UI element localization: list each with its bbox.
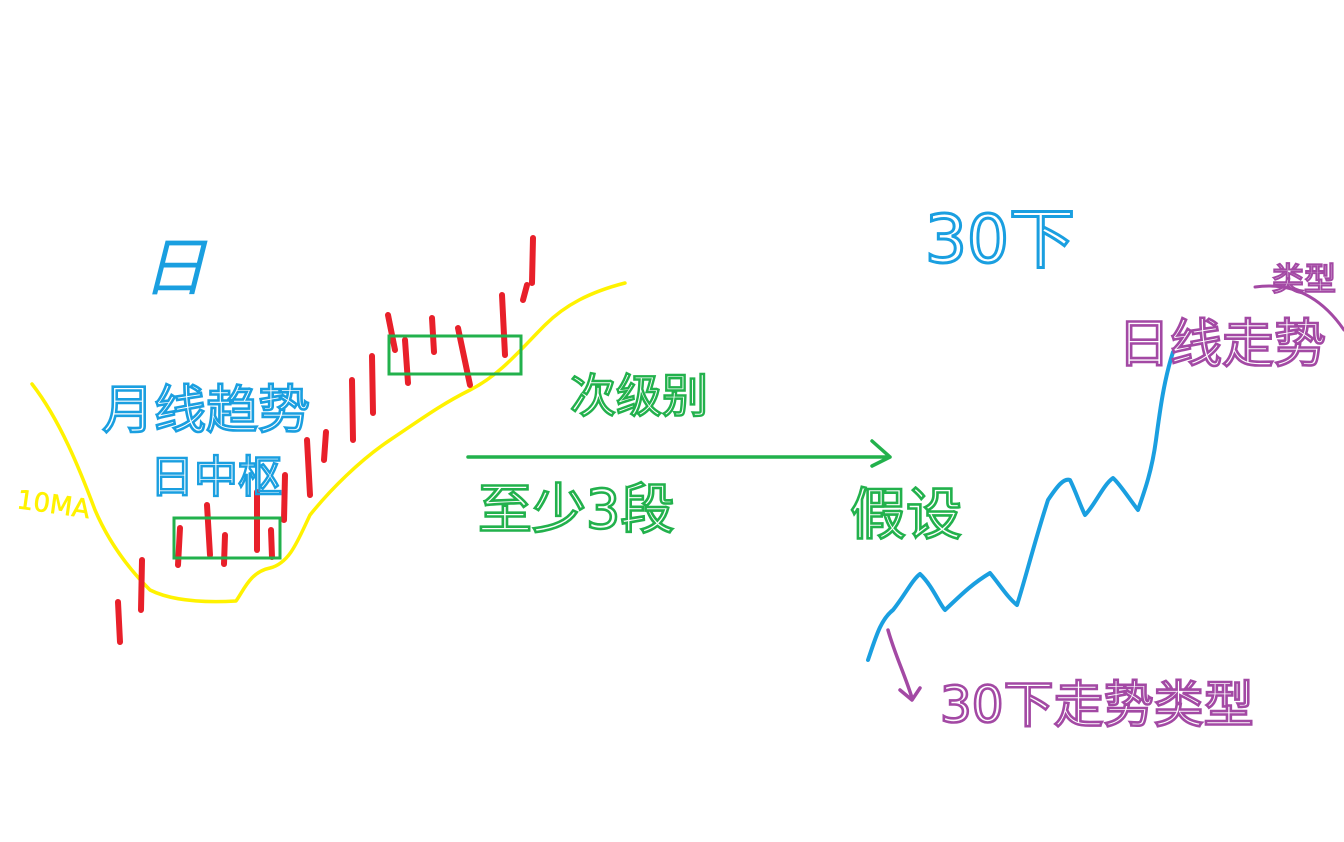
candle (138, 557, 145, 613)
thirty-min-label: 30下 (925, 201, 1075, 278)
candle (520, 282, 530, 303)
three-segments-label: 至少3段 (478, 478, 674, 541)
candle (349, 377, 356, 443)
arrow-icon (466, 439, 892, 468)
level-label: 次级别 (570, 369, 708, 423)
thirty-min-trend-type-label: 30下走势类型 (940, 676, 1254, 734)
candle (369, 353, 376, 416)
candle (529, 235, 536, 286)
whiteboard-canvas: 日 10MA 月线趋势 日中枢 次级别 至少3段 假设 30下 日线走势 类型 … (15, 200, 1344, 735)
down-arrow-icon (886, 628, 922, 702)
candle (115, 599, 123, 645)
candle (499, 292, 508, 358)
ma-label: 10MA (15, 485, 92, 525)
candle (221, 532, 228, 567)
candle (304, 437, 313, 498)
candle (402, 337, 411, 386)
top-left-label: 日 (142, 232, 208, 306)
daily-trend-type-label: 日线走势 (1118, 315, 1326, 375)
top-right-small-label: 类型 (1272, 260, 1336, 298)
ma-curve (30, 281, 627, 604)
hypothesis-label: 假设 (850, 483, 962, 548)
candle (321, 429, 329, 463)
candle (281, 472, 288, 523)
candle (204, 502, 213, 558)
candle (268, 527, 275, 560)
daily-trend-line1: 月线趋势 (102, 381, 310, 441)
daily-trend-line2: 日中枢 (150, 452, 282, 503)
